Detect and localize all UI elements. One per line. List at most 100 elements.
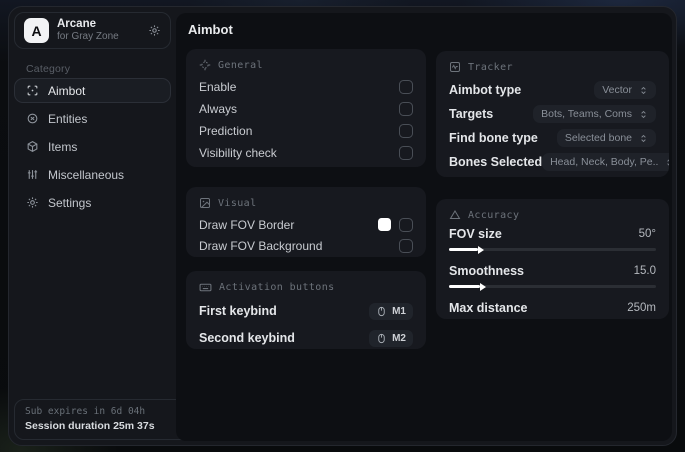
dropdown-value: Selected bone — [564, 132, 632, 144]
image-icon — [199, 197, 211, 209]
setting-label: Smoothness — [449, 264, 525, 278]
second-keybind-button[interactable]: M2 — [369, 329, 413, 347]
setting-row-always: Always — [199, 98, 413, 120]
setting-row-draw-fov-background: Draw FOV Background — [199, 235, 413, 256]
chevron-up-down-icon — [665, 158, 669, 167]
setting-label: Enable — [199, 80, 237, 94]
setting-row-visibility-check: Visibility check — [199, 142, 413, 164]
keybind-value: M2 — [392, 332, 406, 344]
enable-checkbox[interactable] — [399, 80, 413, 94]
fov-border-controls — [378, 217, 413, 232]
setting-row-second-keybind: Second keybind M2 — [199, 326, 413, 349]
tracker-panel: Tracker Aimbot type Vector Targets Bots,… — [436, 51, 669, 177]
sidebar-item-settings[interactable]: Settings — [14, 190, 171, 215]
setting-row-aimbot-type: Aimbot type Vector — [449, 78, 656, 102]
sliders-icon — [26, 168, 39, 181]
visual-panel-header: Visual — [199, 197, 413, 209]
page-title: Aimbot — [188, 22, 233, 37]
brand-card: A Arcane for Gray Zone — [14, 12, 171, 49]
dropdown-value: Bots, Teams, Coms — [541, 108, 632, 120]
entity-target-icon — [26, 112, 39, 125]
sidebar-item-label: Aimbot — [48, 83, 86, 98]
general-panel: General Enable Always Prediction Visibil… — [186, 49, 426, 167]
setting-row-smoothness: Smoothness 15.0 — [449, 263, 656, 291]
game-background: A Arcane for Gray Zone Category Aimbot E… — [0, 0, 685, 452]
setting-label: FOV size — [449, 227, 502, 241]
max-distance-value: 250m — [627, 302, 656, 314]
accuracy-panel: Accuracy FOV size 50° Smoothness 15.0 Ma… — [436, 199, 669, 319]
brand-name: Arcane — [57, 18, 96, 30]
setting-label: Visibility check — [199, 146, 277, 160]
mouse-icon — [376, 333, 387, 344]
aimbot-type-dropdown[interactable]: Vector — [594, 81, 656, 99]
sidebar-nav: Aimbot Entities Items Miscellaneous Sett… — [14, 78, 171, 215]
setting-label: Bones Selected — [449, 155, 543, 169]
brand-logo: A — [24, 18, 49, 43]
fov-size-slider[interactable] — [449, 245, 656, 254]
first-keybind-button[interactable]: M1 — [369, 302, 413, 320]
setting-label: Targets — [449, 107, 494, 121]
visibility-check-checkbox[interactable] — [399, 146, 413, 160]
mouse-icon — [376, 306, 387, 317]
crosshair-scan-icon — [26, 84, 39, 97]
setting-label: Draw FOV Border — [199, 217, 295, 232]
category-label: Category — [26, 63, 71, 75]
setting-label: Prediction — [199, 124, 253, 138]
sidebar-item-label: Miscellaneous — [48, 167, 125, 182]
sidebar-item-aimbot[interactable]: Aimbot — [14, 78, 171, 103]
always-checkbox[interactable] — [399, 102, 413, 116]
bones-selected-dropdown[interactable]: Head, Neck, Body, Pe.. — [542, 153, 669, 171]
chevron-up-down-icon — [639, 134, 648, 143]
sidebar-item-items[interactable]: Items — [14, 134, 171, 159]
crosshair-icon — [199, 59, 211, 71]
triangle-icon — [449, 209, 461, 221]
sidebar-item-miscellaneous[interactable]: Miscellaneous — [14, 162, 171, 187]
sidebar-item-entities[interactable]: Entities — [14, 106, 171, 131]
activation-buttons-panel: Activation buttons First keybind M1 Seco… — [186, 271, 426, 349]
setting-label: Aimbot type — [449, 83, 522, 97]
panel-title: Visual — [218, 197, 257, 209]
activity-icon — [449, 61, 461, 73]
setting-row-draw-fov-border: Draw FOV Border — [199, 214, 413, 235]
activation-panel-header: Activation buttons — [199, 281, 413, 294]
chevron-up-down-icon — [639, 86, 648, 95]
setting-row-prediction: Prediction — [199, 120, 413, 142]
smoothness-slider[interactable] — [449, 282, 656, 291]
setting-row-max-distance: Max distance 250m — [449, 300, 656, 319]
setting-row-fov-size: FOV size 50° — [449, 226, 656, 254]
setting-row-targets: Targets Bots, Teams, Coms — [449, 102, 656, 126]
prediction-checkbox[interactable] — [399, 124, 413, 138]
gear-icon[interactable] — [148, 24, 161, 37]
dropdown-value: Head, Neck, Body, Pe.. — [550, 156, 659, 168]
setting-label: First keybind — [199, 304, 277, 318]
setting-label: Find bone type — [449, 131, 538, 145]
setting-label: Max distance — [449, 301, 528, 315]
dropdown-value: Vector — [602, 84, 632, 96]
setting-row-enable: Enable — [199, 76, 413, 98]
cheat-menu-window: A Arcane for Gray Zone Category Aimbot E… — [8, 6, 677, 446]
panel-title: Accuracy — [468, 209, 520, 221]
sidebar-item-label: Items — [48, 139, 78, 154]
panel-title: General — [218, 59, 263, 71]
chevron-up-down-icon — [639, 110, 648, 119]
tracker-panel-header: Tracker — [449, 61, 656, 73]
targets-dropdown[interactable]: Bots, Teams, Coms — [533, 105, 656, 123]
panel-title: Tracker — [468, 61, 513, 73]
setting-label: Draw FOV Background — [199, 238, 323, 253]
accuracy-panel-header: Accuracy — [449, 209, 656, 221]
sidebar-item-label: Entities — [48, 111, 88, 126]
fov-border-color-swatch[interactable] — [378, 218, 391, 231]
draw-fov-border-checkbox[interactable] — [399, 217, 413, 232]
slider-fill — [449, 248, 478, 251]
setting-label: Always — [199, 102, 238, 116]
gear-icon — [26, 196, 39, 209]
draw-fov-background-checkbox[interactable] — [399, 238, 413, 253]
setting-row-bones-selected: Bones Selected Head, Neck, Body, Pe.. — [449, 150, 669, 174]
keybind-value: M1 — [392, 305, 406, 317]
find-bone-type-dropdown[interactable]: Selected bone — [556, 129, 656, 147]
setting-row-first-keybind: First keybind M1 — [199, 299, 413, 323]
package-icon — [26, 140, 39, 153]
setting-label: Second keybind — [199, 331, 295, 345]
panel-title: Activation buttons — [219, 282, 335, 293]
general-panel-header: General — [199, 59, 413, 71]
